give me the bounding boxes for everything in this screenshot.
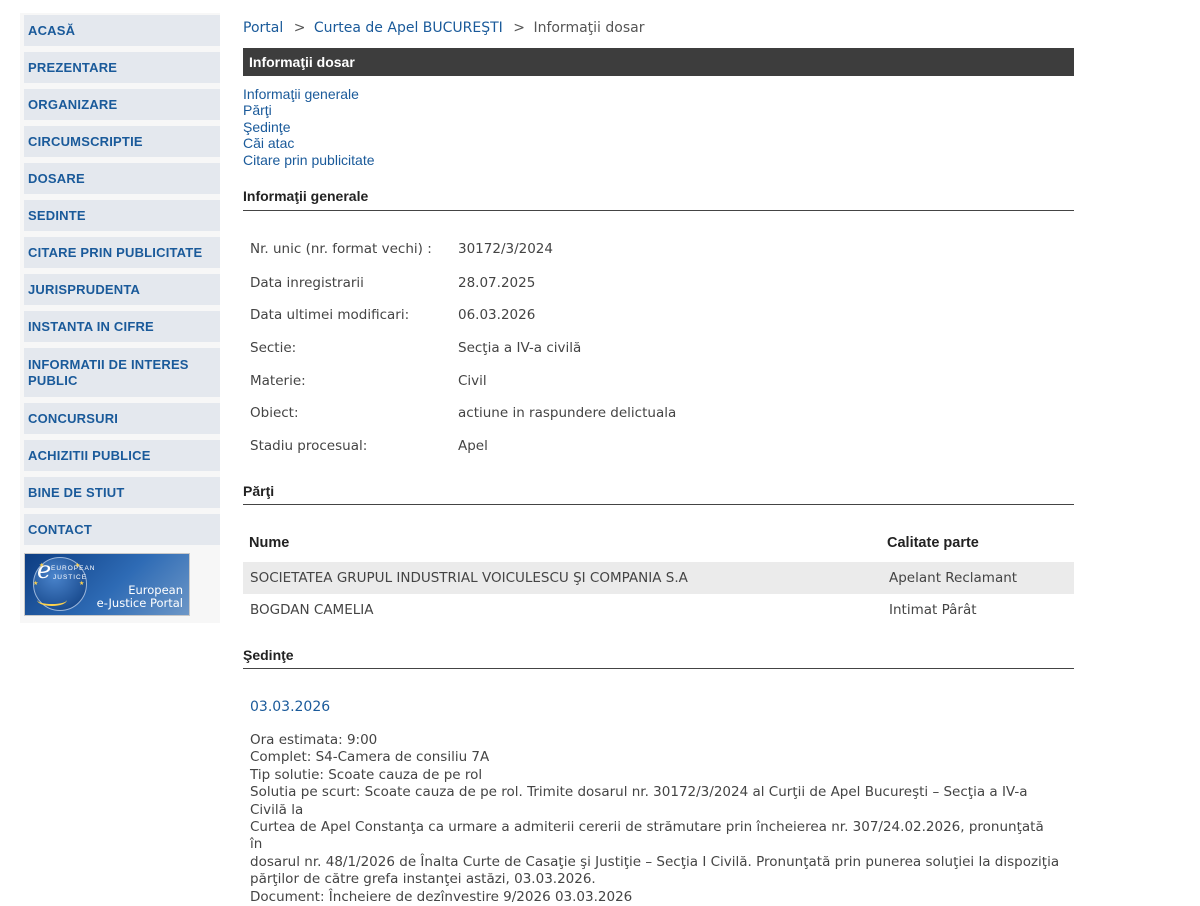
label-obiect: Obiect: <box>250 405 299 421</box>
party-role: Apelant Reclamant <box>889 570 1018 586</box>
table-row: SOCIETATEA GRUPUL INDUSTRIAL VOICULESCU … <box>243 562 1074 594</box>
label-materie: Materie: <box>250 373 306 389</box>
breadcrumb-current: Informaţii dosar <box>533 20 645 36</box>
sidebar-item-citare[interactable]: CITARE PRIN PUBLICITATE <box>24 237 220 268</box>
sedinta-date: 03.03.2026 <box>250 699 331 715</box>
sidebar-item-circumscriptie[interactable]: CIRCUMSCRIPTIE <box>24 126 220 157</box>
anchor-sedinte[interactable]: Şedinţe <box>243 119 375 135</box>
ejustice-e-glyph: e <box>37 556 52 584</box>
party-name: SOCIETATEA GRUPUL INDUSTRIAL VOICULESCU … <box>250 570 688 586</box>
breadcrumb-portal-link[interactable]: Portal <box>243 20 283 36</box>
page-title: Informaţii dosar <box>243 48 1074 76</box>
sedinta-solutie-line: dosarul nr. 48/1/2026 de Înalta Curte de… <box>250 853 1060 870</box>
sedinta-document: Document: Încheiere de dezînvestire 9/20… <box>250 888 633 905</box>
scales-icon <box>37 594 67 606</box>
parti-column-calitate: Calitate parte <box>887 535 979 551</box>
value-data-ultimei-modificari: 06.03.2026 <box>458 307 536 323</box>
label-nr-unic: Nr. unic (nr. format vechi) : <box>250 241 432 257</box>
anchor-parti[interactable]: Părţi <box>243 102 375 118</box>
sidebar-item-achizitii-publice[interactable]: ACHIZITII PUBLICE <box>24 440 220 471</box>
sidebar-item-prezentare[interactable]: PREZENTARE <box>24 52 220 83</box>
breadcrumb-separator: > <box>513 20 525 36</box>
sedinta-ora: Ora estimata: 9:00 <box>250 732 378 748</box>
party-name: BOGDAN CAMELIA <box>250 602 374 618</box>
sidebar-item-concursuri[interactable]: CONCURSURI <box>24 403 220 434</box>
label-data-ultimei-modificari: Data ultimei modificari: <box>250 307 410 323</box>
anchor-cai-atac[interactable]: Căi atac <box>243 135 375 151</box>
sedinta-complet: Complet: S4-Camera de consiliu 7A <box>250 749 490 766</box>
table-row: BOGDAN CAMELIA Intimat Pârât <box>243 594 1074 626</box>
value-obiect: actiune in raspundere delictuala <box>458 405 677 421</box>
sedinta-solutie-line: Curtea de Apel Constanţa ca urmare a adm… <box>250 819 1044 853</box>
sidebar-item-informatii-interes-public[interactable]: INFORMATII DE INTERES PUBLIC <box>24 348 220 397</box>
section-heading-general: Informaţii generale <box>243 188 1074 211</box>
value-nr-unic: 30172/3/2024 <box>458 241 553 257</box>
sidebar-item-instanta-in-cifre[interactable]: INSTANTA IN CIFRE <box>24 311 220 342</box>
breadcrumb: Portal > Curtea de Apel BUCUREŞTI > Info… <box>243 20 644 36</box>
sidebar-item-contact[interactable]: CONTACT <box>24 514 220 545</box>
value-data-inregistrarii: 28.07.2025 <box>458 275 536 291</box>
ejustice-european: EUROPEAN <box>51 565 96 572</box>
value-sectie: Secţia a IV-a civilă <box>458 340 582 356</box>
parti-column-nume: Nume <box>249 535 290 551</box>
star-icon: ★ <box>79 580 85 587</box>
sidebar-item-jurisprudenta[interactable]: JURISPRUDENTA <box>24 274 220 305</box>
party-role: Intimat Pârât <box>889 602 977 618</box>
ejustice-justice: JUSTICE <box>53 574 88 581</box>
sidebar-item-acasa[interactable]: ACASĂ <box>24 15 220 46</box>
sedinta-tip-solutie: Tip solutie: Scoate cauza de pe rol <box>250 766 483 783</box>
breadcrumb-separator: > <box>293 20 306 36</box>
section-anchor-list: Informaţii generale Părţi Şedinţe Căi at… <box>243 86 375 168</box>
ejustice-portal-banner[interactable]: ★ ★ ★ ★ e EUROPEAN JUSTICE European e-Ju… <box>24 553 190 616</box>
section-heading-parti: Părţi <box>243 483 1074 505</box>
label-data-inregistrarii: Data inregistrarii <box>250 275 364 291</box>
sidebar-item-bine-de-stiut[interactable]: BINE DE STIUT <box>24 477 220 508</box>
section-heading-sedinte: Şedinţe <box>243 647 1074 669</box>
value-materie: Civil <box>458 373 487 389</box>
label-stadiu-procesual: Stadiu procesual: <box>250 438 368 454</box>
anchor-citare-prin-publicitate[interactable]: Citare prin publicitate <box>243 152 375 168</box>
sidebar-nav: ACASĂ PREZENTARE ORGANIZARE CIRCUMSCRIPT… <box>20 13 220 623</box>
sidebar-item-dosare[interactable]: DOSARE <box>24 163 220 194</box>
anchor-informatii-generale[interactable]: Informaţii generale <box>243 86 375 102</box>
ejustice-line2: e-Justice Portal <box>96 596 183 610</box>
sidebar-item-sedinte[interactable]: SEDINTE <box>24 200 220 231</box>
breadcrumb-court-link[interactable]: Curtea de Apel BUCUREŞTI <box>314 20 503 36</box>
label-sectie: Sectie: <box>250 340 297 356</box>
sedinta-solutie-line: Solutia pe scurt: Scoate cauza de pe rol… <box>250 784 1028 818</box>
sidebar-item-organizare[interactable]: ORGANIZARE <box>24 89 220 120</box>
sedinta-details: Ora estimata: 9:00 Complet: S4-Camera de… <box>250 732 1060 906</box>
value-stadiu-procesual: Apel <box>458 438 488 454</box>
sedinta-solutie-line: părţilor de către grefa instanţei astăzi… <box>250 871 596 888</box>
